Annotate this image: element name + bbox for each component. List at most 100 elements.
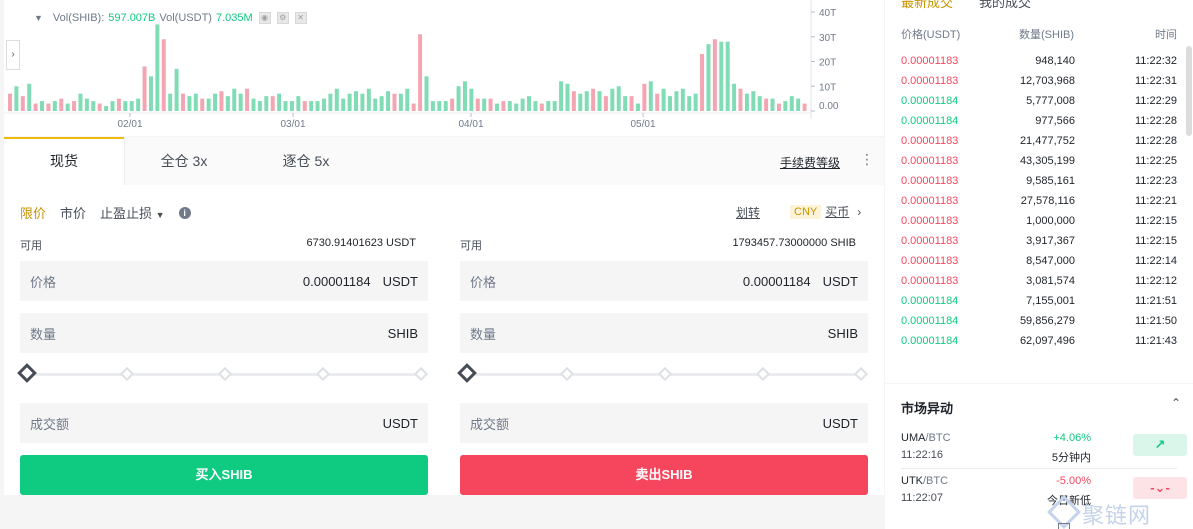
volume-bar (283, 101, 288, 111)
fee-level-link[interactable]: 手续费等级 (780, 154, 840, 171)
slider-mark-100[interactable] (853, 366, 869, 382)
buy-price-input[interactable]: 价格 0.00001184 USDT (20, 261, 428, 301)
transfer-link[interactable]: 划转 (736, 204, 760, 221)
volume-bar (571, 91, 576, 111)
volume-bar (251, 98, 256, 112)
tab-my-trades[interactable]: 我的成交 (979, 0, 1031, 11)
slider-handle[interactable] (17, 363, 37, 383)
price-unit: USDT (382, 273, 418, 289)
info-icon[interactable]: i (178, 206, 191, 219)
close-icon[interactable]: ✕ (294, 12, 307, 24)
trade-row[interactable]: 0.00001184 59,856,279 11:21:50 (901, 312, 1177, 332)
slider-mark-25[interactable] (119, 366, 135, 382)
quantity-unit: SHIB (387, 325, 418, 341)
trade-row[interactable]: 0.00001184 62,097,496 11:21:43 (901, 332, 1177, 352)
eye-icon[interactable]: ◉ (258, 12, 271, 24)
tab-spot[interactable]: 现货 (4, 137, 124, 185)
slider-mark-50[interactable] (217, 366, 233, 382)
buy-total-input[interactable]: 成交额 USDT (20, 403, 428, 443)
tab-latest-trades[interactable]: 最新成交 (901, 0, 953, 11)
volume-bar (796, 98, 801, 112)
sell-quantity-input[interactable]: 数量 SHIB (460, 313, 868, 353)
volume-bar (72, 101, 77, 111)
stop-limit-label: 止盈止损 (100, 206, 153, 221)
trade-row[interactable]: 0.00001183 27,578,116 11:22:21 (901, 192, 1177, 212)
trade-row[interactable]: 0.00001184 5,777,008 11:22:29 (901, 92, 1177, 112)
trade-price: 0.00001184 (901, 315, 959, 327)
trade-price: 0.00001183 (901, 235, 959, 247)
volume-bar (674, 91, 679, 111)
mover-base: UMA (901, 432, 926, 444)
volume-bar (59, 98, 64, 112)
trades-scrollbar[interactable] (1186, 46, 1192, 136)
mover-divider (901, 468, 1177, 469)
sell-total-input[interactable]: 成交额 USDT (460, 403, 868, 443)
volume-bar (78, 93, 83, 111)
volume-bar (116, 98, 121, 112)
trade-row[interactable]: 0.00001184 7,155,001 11:21:51 (901, 292, 1177, 312)
trade-qty: 59,856,279 (1019, 315, 1075, 327)
volume-bar (469, 88, 474, 111)
slider-mark-25[interactable] (559, 366, 575, 382)
trades-panel: 最新成交 我的成交 价格(USDT) 数量(SHIB) 时间 0.0000118… (885, 0, 1193, 383)
trade-row[interactable]: 0.00001184 977,566 11:22:28 (901, 112, 1177, 132)
sell-button[interactable]: 卖出SHIB (460, 455, 868, 495)
volume-bar (110, 101, 115, 111)
y-tick-label: 30T (819, 33, 836, 44)
collapse-caret-icon[interactable]: ▼ (34, 13, 43, 23)
trade-qty: 948,140 (1035, 55, 1075, 67)
volume-bar (97, 103, 102, 112)
sell-price-input[interactable]: 价格 0.00001184 USDT (460, 261, 868, 301)
volume-bar (725, 41, 730, 112)
volume-bar (309, 101, 314, 111)
volume-bar (693, 93, 698, 111)
tab-cross-margin[interactable]: 全仓 3x (144, 137, 224, 185)
buy-button[interactable]: 买入SHIB (20, 455, 428, 495)
order-type-market[interactable]: 市价 (60, 203, 86, 222)
tab-isolated-margin[interactable]: 逐仓 5x (266, 137, 346, 185)
slider-mark-75[interactable] (315, 366, 331, 382)
volume-bar (341, 98, 346, 112)
trade-row[interactable]: 0.00001183 12,703,968 11:22:31 (901, 72, 1177, 92)
trade-row[interactable]: 0.00001183 43,305,199 11:22:25 (901, 152, 1177, 172)
volume-bar (776, 103, 781, 112)
buy-crypto-link[interactable]: CNY 买币 › (790, 203, 861, 220)
bottom-strip (0, 495, 884, 529)
settings-icon[interactable]: ⚙ (276, 12, 289, 24)
order-type-limit[interactable]: 限价 (20, 203, 46, 222)
expand-arrow-icon[interactable]: › (6, 40, 20, 70)
trade-qty: 9,585,161 (1026, 175, 1075, 187)
trading-page: 40T 30T 20T 10T 0.00 02/01 03/01 04/01 05/01 ▼ V… (0, 0, 1193, 529)
sell-percent-slider[interactable] (457, 363, 869, 385)
collapse-up-icon[interactable]: ⌃ (1171, 396, 1181, 410)
volume-bar (354, 91, 358, 111)
buy-percent-slider[interactable] (17, 363, 429, 385)
volume-bar (46, 103, 51, 112)
slider-mark-50[interactable] (657, 366, 673, 382)
tabs-background (124, 137, 884, 185)
trade-row[interactable]: 0.00001183 21,477,752 11:22:28 (901, 132, 1177, 152)
slider-mark-100[interactable] (413, 366, 429, 382)
volume-bar (379, 96, 384, 111)
movers-title: 市场异动 (901, 401, 954, 416)
trade-row[interactable]: 0.00001183 8,547,000 11:22:14 (901, 252, 1177, 272)
volume-bar (770, 98, 775, 112)
buy-quantity-input[interactable]: 数量 SHIB (20, 313, 428, 353)
volume-bar (687, 96, 692, 111)
volume-bar (334, 88, 339, 111)
slider-handle[interactable] (457, 363, 477, 383)
mover-row[interactable]: UMA/BTC 11:22:16 +4.06% 5分钟内 ↗ (901, 432, 1191, 472)
volume-bar (8, 93, 12, 111)
trade-row[interactable]: 0.00001183 1,000,000 11:22:15 (901, 212, 1177, 232)
trade-price: 0.00001183 (901, 255, 959, 267)
volume-bar (764, 98, 769, 112)
more-vertical-icon[interactable]: ⋮ (860, 151, 874, 168)
trade-row[interactable]: 0.00001183 3,081,574 11:22:12 (901, 272, 1177, 292)
trade-row[interactable]: 0.00001183 3,917,367 11:22:15 (901, 232, 1177, 252)
volume-bar (520, 98, 525, 112)
order-type-stop-limit[interactable]: 止盈止损 ▼ (100, 203, 165, 222)
trade-row[interactable]: 0.00001183 9,585,161 11:22:23 (901, 172, 1177, 192)
trade-row[interactable]: 0.00001183 948,140 11:22:32 (901, 52, 1177, 72)
slider-mark-75[interactable] (755, 366, 771, 382)
chevron-down-icon: ▼ (155, 210, 165, 220)
